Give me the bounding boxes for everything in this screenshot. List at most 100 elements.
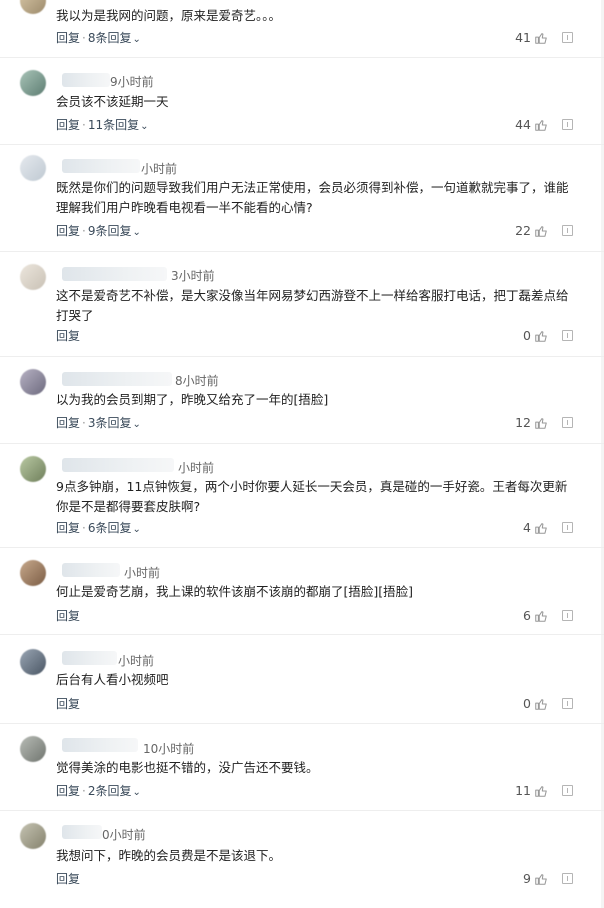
- avatar[interactable]: [20, 456, 46, 482]
- separator-dot: ·: [82, 224, 86, 238]
- like-count: 11: [515, 783, 531, 798]
- like-button[interactable]: 44: [515, 117, 548, 133]
- like-button[interactable]: 9: [523, 871, 548, 887]
- like-button[interactable]: 0: [523, 328, 548, 344]
- reply-button[interactable]: 回复: [56, 118, 80, 132]
- username[interactable]: [62, 563, 120, 577]
- comment-actions: 回复: [56, 871, 80, 887]
- thumbs-up-icon: [535, 331, 547, 342]
- chevron-down-icon: ⌄: [132, 227, 141, 238]
- thumbs-up-icon: [535, 226, 547, 237]
- like-button[interactable]: 4: [523, 520, 548, 536]
- reply-button[interactable]: 回复: [56, 224, 80, 238]
- comment-item: 小时前 9点多钟崩，11点钟恢复，两个小时你要人延长一天会员，真是碰的一手好瓷。…: [0, 444, 604, 548]
- like-count: 12: [515, 415, 531, 430]
- separator-dot: ·: [82, 31, 86, 45]
- timestamp: 3小时前: [171, 269, 215, 283]
- comment-text: 我以为是我网的问题，原来是爱奇艺。。。: [56, 8, 282, 23]
- reply-button[interactable]: 回复: [56, 416, 80, 430]
- timestamp: 10小时前: [143, 742, 195, 756]
- reply-button[interactable]: 回复: [56, 872, 80, 886]
- comment-actions: 回复 · 2条回复⌄: [56, 783, 141, 801]
- comment-actions: 回复 · 9条回复⌄: [56, 223, 141, 241]
- username[interactable]: [62, 458, 174, 472]
- username[interactable]: [62, 738, 138, 752]
- username[interactable]: [62, 267, 167, 281]
- comment-text: 会员该不该延期一天: [56, 94, 169, 109]
- chevron-down-icon: ⌄: [132, 524, 141, 535]
- view-replies-button[interactable]: 3条回复⌄: [88, 416, 141, 430]
- avatar[interactable]: [20, 649, 46, 675]
- comment-actions: 回复: [56, 608, 80, 624]
- username[interactable]: [62, 159, 140, 173]
- like-button[interactable]: 22: [515, 223, 548, 239]
- comment-text: 这不是爱奇艺不补偿，是大家没像当年网易梦幻西游登不上一样给客服打电话，把丁磊差点…: [56, 288, 569, 323]
- report-icon[interactable]: [562, 698, 573, 709]
- separator-dot: ·: [82, 784, 86, 798]
- comment-item: 小时前 何止是爱奇艺崩，我上课的软件该崩不该崩的都崩了[捂脸][捂脸] 回复 6: [0, 548, 604, 635]
- report-icon[interactable]: [562, 119, 573, 130]
- chevron-down-icon: ⌄: [132, 34, 141, 45]
- comment-text: 后台有人看小视频吧: [56, 672, 169, 687]
- comment-text: 9点多钟崩，11点钟恢复，两个小时你要人延长一天会员，真是碰的一手好瓷。王者每次…: [56, 479, 568, 514]
- view-replies-button[interactable]: 2条回复⌄: [88, 784, 141, 798]
- comment-actions: 回复 · 11条回复⌄: [56, 117, 149, 135]
- avatar[interactable]: [20, 736, 46, 762]
- timestamp: 9小时前: [110, 75, 154, 89]
- thumbs-up-icon: [535, 523, 547, 534]
- report-icon[interactable]: [562, 330, 573, 341]
- avatar[interactable]: [20, 560, 46, 586]
- like-button[interactable]: 41: [515, 30, 548, 46]
- like-count: 4: [523, 520, 531, 535]
- view-replies-button[interactable]: 11条回复⌄: [88, 118, 149, 132]
- like-count: 0: [523, 328, 531, 343]
- comment-item: 小时前 既然是你们的问题导致我们用户无法正常使用，会员必须得到补偿，一句道歉就完…: [0, 145, 604, 252]
- comment-item: 9小时前 会员该不该延期一天 回复 · 11条回复⌄ 44: [0, 58, 604, 145]
- like-button[interactable]: 6: [523, 608, 548, 624]
- chevron-down-icon: ⌄: [132, 419, 141, 430]
- like-count: 0: [523, 696, 531, 711]
- view-replies-button[interactable]: 8条回复⌄: [88, 31, 141, 45]
- view-replies-button[interactable]: 9条回复⌄: [88, 224, 141, 238]
- timestamp: 小时前: [124, 566, 161, 580]
- comment-item: 8小时前 以为我的会员到期了，昨晚又给充了一年的[捂脸] 回复 · 3条回复⌄ 12: [0, 357, 604, 444]
- like-button[interactable]: 11: [515, 783, 548, 799]
- timestamp: 8小时前: [175, 374, 219, 388]
- thumbs-up-icon: [535, 699, 547, 710]
- like-count: 41: [515, 30, 531, 45]
- report-icon[interactable]: [562, 873, 573, 884]
- like-button[interactable]: 0: [523, 696, 548, 712]
- chevron-down-icon: ⌄: [132, 787, 141, 798]
- timestamp: 小时前: [178, 461, 215, 475]
- reply-button[interactable]: 回复: [56, 609, 80, 623]
- separator-dot: ·: [82, 416, 86, 430]
- reply-button[interactable]: 回复: [56, 31, 80, 45]
- report-icon[interactable]: [562, 522, 573, 533]
- comment-text: 觉得美涂的电影也挺不错的，没广告还不要钱。: [56, 760, 319, 775]
- avatar[interactable]: [20, 70, 46, 96]
- avatar[interactable]: [20, 264, 46, 290]
- view-replies-button[interactable]: 6条回复⌄: [88, 521, 141, 535]
- report-icon[interactable]: [562, 417, 573, 428]
- reply-button[interactable]: 回复: [56, 784, 80, 798]
- reply-button[interactable]: 回复: [56, 697, 80, 711]
- reply-button[interactable]: 回复: [56, 521, 80, 535]
- username[interactable]: [62, 651, 117, 665]
- timestamp: 小时前: [118, 654, 155, 668]
- report-icon[interactable]: [562, 610, 573, 621]
- report-icon[interactable]: [562, 785, 573, 796]
- comment-text: 以为我的会员到期了，昨晚又给充了一年的[捂脸]: [56, 392, 329, 407]
- reply-button[interactable]: 回复: [56, 329, 80, 343]
- report-icon[interactable]: [562, 32, 573, 43]
- report-icon[interactable]: [562, 225, 573, 236]
- avatar[interactable]: [20, 369, 46, 395]
- username[interactable]: [62, 825, 102, 839]
- avatar[interactable]: [20, 823, 46, 849]
- like-button[interactable]: 12: [515, 415, 548, 431]
- avatar[interactable]: [20, 155, 46, 181]
- comment-item: 10小时前 觉得美涂的电影也挺不错的，没广告还不要钱。 回复 · 2条回复⌄ 11: [0, 724, 604, 811]
- username[interactable]: [62, 73, 110, 87]
- avatar[interactable]: [20, 0, 46, 14]
- username[interactable]: [62, 372, 172, 386]
- comment-actions: 回复 · 8条回复⌄: [56, 30, 141, 48]
